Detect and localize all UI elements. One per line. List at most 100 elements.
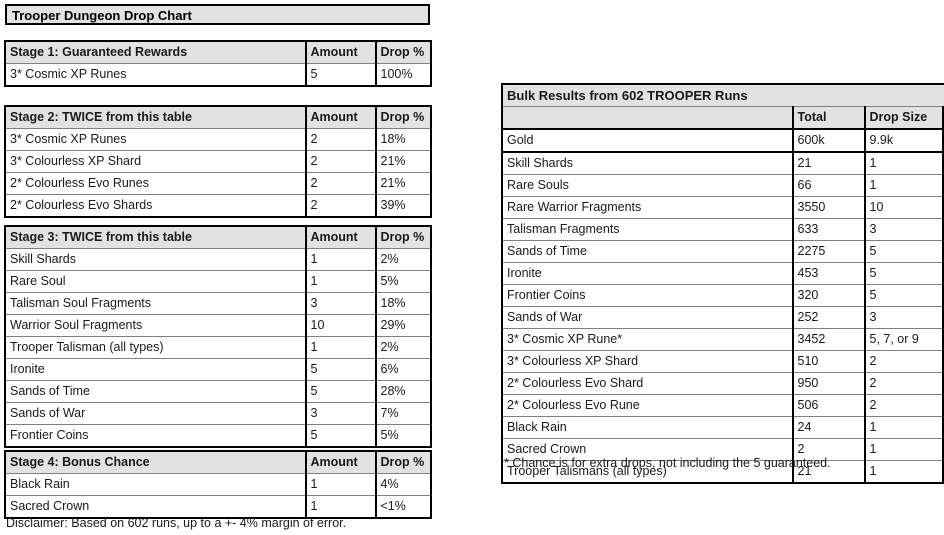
bulk-title: Bulk Results from 602 TROOPER Runs [502,84,944,107]
bulk-title-row: Bulk Results from 602 TROOPER Runs [502,84,944,107]
item-amount: 3 [304,402,376,425]
item-total: 510 [791,350,865,373]
item-drop: 100% [374,63,431,86]
stage1-title-cell: Stage 1: Guaranteed Rewards [5,41,306,64]
item-drop: <1% [374,495,431,518]
item-name: 2* Colourless Evo Rune [502,394,793,417]
item-amount: 1 [304,270,376,293]
item-name: Sands of Time [502,240,793,263]
item-amount: 5 [304,63,376,86]
item-name: 3* Cosmic XP Rune* [502,328,793,351]
stage1-table: Stage 1: Guaranteed Rewards Amount Drop … [4,40,432,87]
stage1-amount-header: Amount [304,41,376,64]
item-drop: 39% [374,194,431,217]
stage3-body: Skill Shards 1 2% Rare Soul 1 5% Talisma… [5,248,431,447]
stage4-table: Stage 4: Bonus Chance Amount Drop % Blac… [4,450,432,519]
table-row: Black Rain 1 4% [5,473,431,496]
page-title: Trooper Dungeon Drop Chart [5,4,430,25]
table-row: Rare Soul 1 5% [5,270,431,293]
item-total: 252 [791,306,865,329]
item-dropsize: 1 [863,151,943,175]
stage1-body: 3* Cosmic XP Runes 5 100% [5,63,431,86]
table-row: Talisman Soul Fragments 3 18% [5,292,431,315]
table-row: Gold 600k 9.9k 100% [502,128,944,153]
table-row: 3* Cosmic XP Rune* 3452 5, 7, or 9 37% [502,328,944,351]
item-drop: 7% [374,402,431,425]
stage2-header-row: Stage 2: TWICE from this table Amount Dr… [5,106,431,129]
item-name: Warrior Soul Fragments [5,314,306,337]
table-row: Talisman Fragments 633 3 35% [502,218,944,241]
item-dropsize: 5 [863,262,943,285]
stage3-title-cell: Stage 3: TWICE from this table [5,226,306,249]
table-row: 2* Colourless Evo Shard 950 2 79% [502,372,944,395]
table-row: 2* Colourless Evo Runes 2 21% [5,172,431,195]
item-total: 633 [791,218,865,241]
item-name: 3* Cosmic XP Runes [5,128,306,151]
item-total: 600k [791,128,865,153]
item-name: Rare Souls [502,174,793,197]
item-amount: 2 [304,172,376,195]
item-drop: 28% [374,380,431,403]
item-name: Sands of War [502,306,793,329]
item-name: Sands of Time [5,380,306,403]
item-drop: 21% [374,172,431,195]
item-dropsize: 1 [863,416,943,439]
item-dropsize: 1 [863,460,943,483]
item-name: Talisman Soul Fragments [5,292,306,315]
item-amount: 2 [304,150,376,173]
table-row: Black Rain 24 1 4% [502,416,944,439]
table-row: 3* Colourless XP Shard 510 2 42% [502,350,944,373]
table-row: 3* Cosmic XP Runes 2 18% [5,128,431,151]
item-name: Ironite [5,358,306,381]
item-name: 3* Colourless XP Shard [502,350,793,373]
stage1-drop-header: Drop % [374,41,431,64]
item-dropsize: 2 [863,372,943,395]
stage4-title-cell: Stage 4: Bonus Chance [5,451,306,474]
item-name: 3* Colourless XP Shard [5,150,306,173]
bulk-results-table: Bulk Results from 602 TROOPER Runs Total… [501,83,944,484]
item-total: 453 [791,262,865,285]
table-row: Sands of War 252 3 14% [502,306,944,329]
table-row: 3* Colourless XP Shard 2 21% [5,150,431,173]
table-row: Skill Shards 21 1 3% [502,151,944,175]
stage3-drop-header: Drop % [374,226,431,249]
stage2-table: Stage 2: TWICE from this table Amount Dr… [4,105,432,218]
item-drop: 6% [374,358,431,381]
item-amount: 5 [304,358,376,381]
stage2-drop-header: Drop % [374,106,431,129]
stage3-header-row: Stage 3: TWICE from this table Amount Dr… [5,226,431,249]
item-name: Frontier Coins [502,284,793,307]
item-dropsize: 1 [863,438,943,461]
table-row: Ironite 453 5 15% [502,262,944,285]
table-row: Rare Warrior Fragments 3550 10 59% [502,196,944,219]
item-amount: 1 [304,336,376,359]
item-dropsize: 5 [863,284,943,307]
stage4-drop-header: Drop % [374,451,431,474]
item-dropsize: 2 [863,350,943,373]
item-amount: 1 [304,248,376,271]
bulk-total-header: Total [791,106,865,130]
item-name: Skill Shards [502,151,793,175]
stage2-title-cell: Stage 2: TWICE from this table [5,106,306,129]
item-drop: 29% [374,314,431,337]
table-row: Skill Shards 1 2% [5,248,431,271]
stage4-header-row: Stage 4: Bonus Chance Amount Drop % [5,451,431,474]
item-name: 2* Colourless Evo Runes [5,172,306,195]
stage3-table: Stage 3: TWICE from this table Amount Dr… [4,225,432,448]
stage2-amount-header: Amount [304,106,376,129]
item-amount: 10 [304,314,376,337]
item-total: 24 [791,416,865,439]
item-name: Gold [502,128,793,153]
item-amount: 2 [304,194,376,217]
table-row: Ironite 5 6% [5,358,431,381]
table-row: 3* Cosmic XP Runes 5 100% [5,63,431,86]
item-drop: 5% [374,424,431,447]
table-row: Warrior Soul Fragments 10 29% [5,314,431,337]
table-row: Rare Souls 66 1 11% [502,174,944,197]
item-dropsize: 1 [863,174,943,197]
item-name: Rare Soul [5,270,306,293]
item-name: Rare Warrior Fragments [502,196,793,219]
item-name: Trooper Talisman (all types) [5,336,306,359]
item-total: 2275 [791,240,865,263]
table-row: Sands of Time 2275 5 76% [502,240,944,263]
